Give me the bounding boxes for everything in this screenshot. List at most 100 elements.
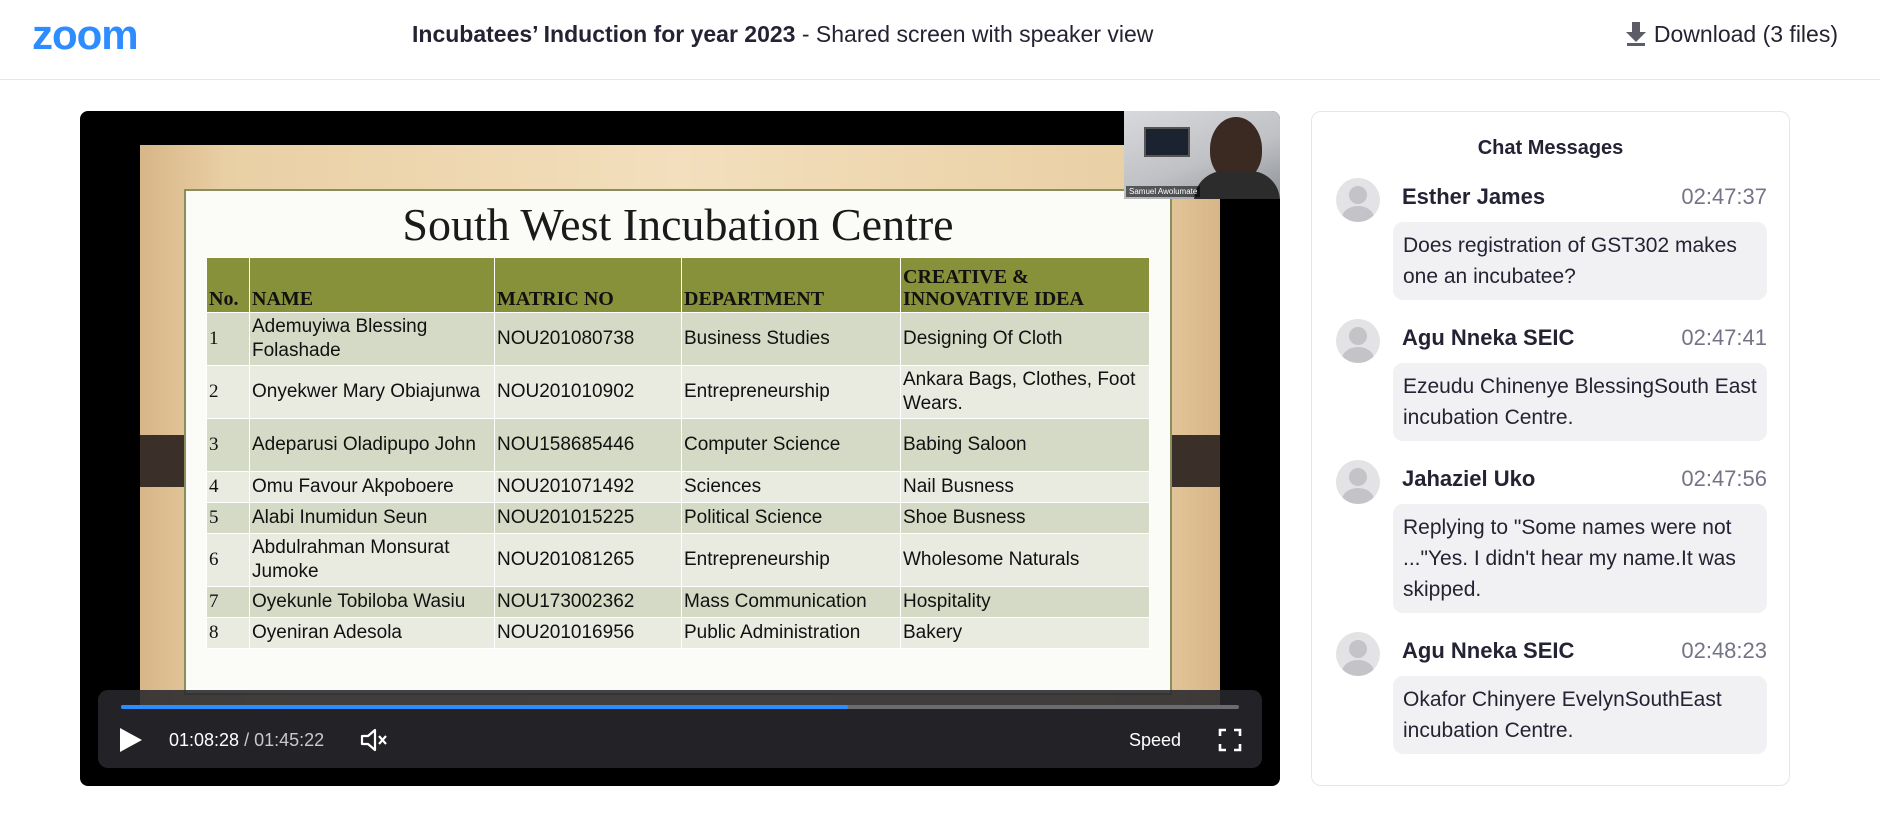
message-time: 02:47:41 [1681,325,1767,350]
table-cell: Nail Busness [900,471,1150,503]
table-cell: NOU158685446 [494,418,682,472]
message-text: Ezeudu Chinenye BlessingSouth East incub… [1393,363,1767,441]
speaker-icon[interactable] [360,727,388,753]
table-cell: Political Science [681,502,901,534]
message-sender: Esther James [1402,184,1546,209]
table-cell: Shoe Busness [900,502,1150,534]
column-header: NAME [249,257,495,313]
table-cell: Oyeniran Adesola [249,617,495,649]
table-cell: NOU201010902 [494,365,682,419]
message-sender: Agu Nneka SEIC [1402,638,1575,663]
message-time: 02:47:56 [1681,466,1767,491]
speaker-name: Samuel Awolumate [1126,186,1201,197]
download-arrow-icon [1625,22,1646,46]
table-cell: NOU201015225 [494,502,682,534]
table-row: 5 Alabi Inumidun Seun NOU201015225 Polit… [206,502,1150,534]
speaker-body [1194,171,1280,199]
play-icon[interactable] [118,726,144,754]
table-cell: Hospitality [900,586,1150,618]
table-row: 6 Abdulrahman Monsurat Jumoke NOU2010812… [206,533,1150,587]
table-row: 3 Adeparusi Oladipupo John NOU158685446 … [206,418,1150,472]
user-avatar-icon [1336,632,1380,676]
column-header: CREATIVE & INNOVATIVE IDEA [900,257,1150,313]
table-row: 4 Omu Favour Akpoboere NOU201071492 Scie… [206,471,1150,503]
table-cell: 3 [206,418,250,472]
table-cell: Wholesome Naturals [900,533,1150,587]
chat-title: Chat Messages [1477,137,1624,159]
message-time: 02:47:37 [1681,184,1767,209]
column-header: DEPARTMENT [681,257,901,313]
table-cell: 8 [206,617,250,649]
table-cell: 2 [206,365,250,419]
speaker-thumbnail: Samuel Awolumate [1124,111,1280,199]
table-cell: Bakery [900,617,1150,649]
background-monitor [1144,127,1190,157]
video-player[interactable]: South West Incubation Centre No. NAME MA… [80,111,1280,786]
user-avatar-icon [1336,178,1380,222]
time-separator: / [244,730,250,750]
table-cell: 6 [206,533,250,587]
column-header: No. [206,257,250,313]
table-cell: Public Administration [681,617,901,649]
table-row: 2 Onyekwer Mary Obiajunwa NOU201010902 E… [206,365,1150,419]
table-cell: Sciences [681,471,901,503]
table-cell: NOU201016956 [494,617,682,649]
table-cell: Babing Saloon [900,418,1150,472]
table-cell: 1 [206,312,250,366]
shared-screen: South West Incubation Centre No. NAME MA… [140,145,1220,705]
recording-title: Incubatees’ Induction for year 2023 - Sh… [412,20,1153,48]
download-button[interactable]: Download (3 files) [1625,20,1838,48]
slide-title: South West Incubation Centre [402,199,954,250]
table-cell: 7 [206,586,250,618]
table-cell: Alabi Inumidun Seun [249,502,495,534]
incubatee-table: No. NAME MATRIC NO DEPARTMENT CREATIVE &… [206,257,1150,649]
message-sender: Agu Nneka SEIC [1402,325,1575,350]
message-sender: Jahaziel Uko [1402,466,1536,491]
table-cell: Designing Of Cloth [900,312,1150,366]
zoom-logo[interactable]: zoom [32,14,139,56]
current-time: 01:08:28 [169,730,240,750]
table-cell: Entrepreneurship [681,365,901,419]
table-cell: Onyekwer Mary Obiajunwa [249,365,495,419]
top-header: zoom Incubatees’ Induction for year 2023… [0,0,1880,80]
total-duration: 01:45:22 [254,730,325,750]
table-cell: 4 [206,471,250,503]
table-row: 8 Oyeniran Adesola NOU201016956 Public A… [206,617,1150,649]
message-text: Does registration of GST302 makes one an… [1393,222,1767,300]
table-cell: Mass Communication [681,586,901,618]
message-time: 02:48:23 [1681,638,1767,663]
table-cell: 5 [206,502,250,534]
table-cell: Omu Favour Akpoboere [249,471,495,503]
download-label: Download (3 files) [1653,21,1838,47]
table-cell: Computer Science [681,418,901,472]
fullscreen-icon[interactable] [1218,728,1242,752]
table-cell: NOU173002362 [494,586,682,618]
recording-title-main: Incubatees’ Induction for year 2023 [412,21,796,47]
table-cell: Entrepreneurship [681,533,901,587]
speed-button[interactable]: Speed [1129,728,1181,752]
table-header-row: No. NAME MATRIC NO DEPARTMENT CREATIVE &… [206,257,1150,313]
message-text: Okafor Chinyere EvelynSouthEast incubati… [1393,676,1767,754]
column-header: MATRIC NO [494,257,682,313]
table-row: 1 Ademuyiwa Blessing Folashade NOU201080… [206,312,1150,366]
progress-fill [121,705,848,709]
time-display: 01:08:28 / 01:45:22 [169,728,324,752]
player-controls: 01:08:28 / 01:45:22 Speed [98,690,1262,768]
message-text: Replying to "Some names were not ..."Yes… [1393,504,1767,613]
table-cell: NOU201080738 [494,312,682,366]
table-cell: Oyekunle Tobiloba Wasiu [249,586,495,618]
table-cell: Ademuyiwa Blessing Folashade [249,312,495,366]
chat-panel: Chat Messages Esther James 02:47:37 Does… [1311,111,1790,786]
recording-title-suffix: - Shared screen with speaker view [795,21,1154,47]
progress-bar[interactable] [121,705,1239,709]
user-avatar-icon [1336,319,1380,363]
table-cell: NOU201081265 [494,533,682,587]
table-cell: Ankara Bags, Clothes, Foot Wears. [900,365,1150,419]
table-cell: NOU201071492 [494,471,682,503]
table-cell: Business Studies [681,312,901,366]
user-avatar-icon [1336,460,1380,504]
table-cell: Adeparusi Oladipupo John [249,418,495,472]
table-row: 7 Oyekunle Tobiloba Wasiu NOU173002362 M… [206,586,1150,618]
presentation-slide: South West Incubation Centre No. NAME MA… [184,189,1172,695]
table-cell: Abdulrahman Monsurat Jumoke [249,533,495,587]
